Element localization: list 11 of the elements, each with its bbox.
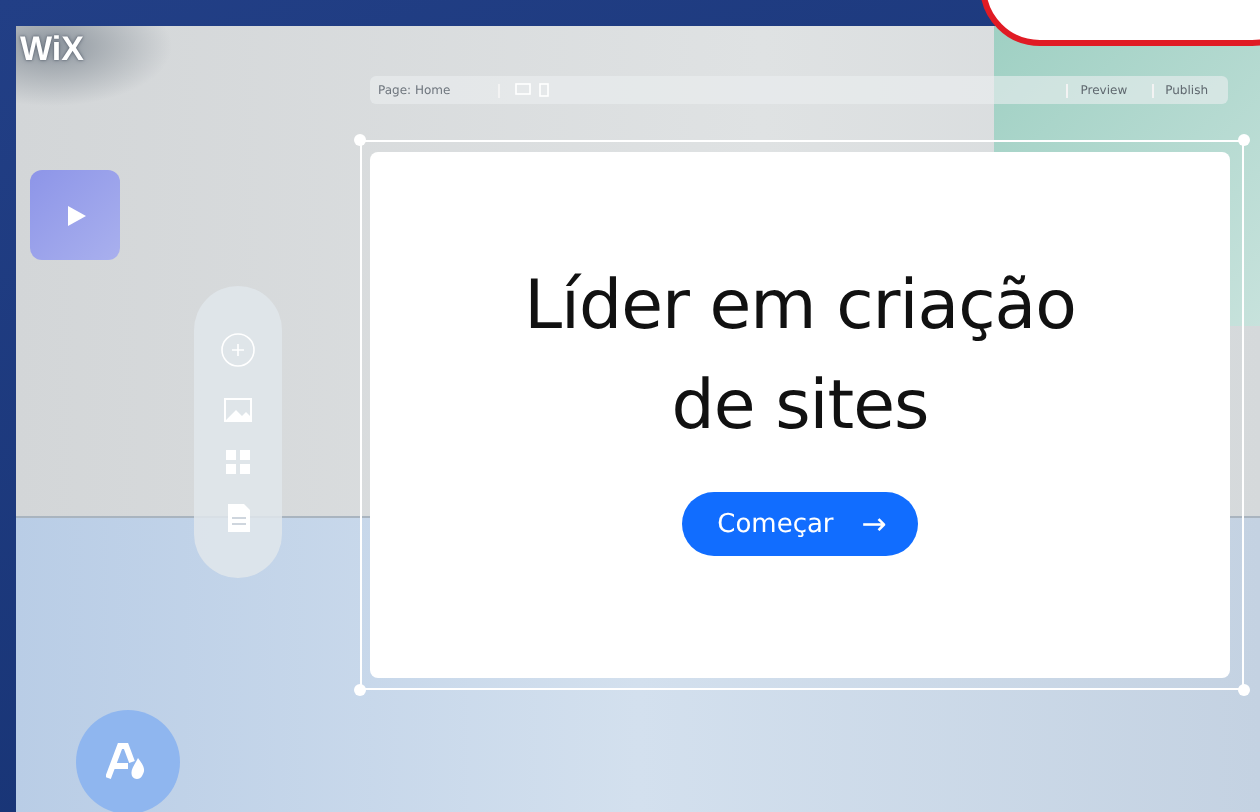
selection-frame[interactable]: Líder em criação de sites Começar →	[360, 140, 1244, 690]
logo: WiX	[20, 30, 84, 70]
document-icon[interactable]	[227, 504, 249, 533]
play-icon	[63, 203, 87, 227]
text-drop-icon	[106, 742, 150, 782]
grid-icon[interactable]	[226, 450, 250, 475]
video-tile[interactable]	[30, 170, 120, 260]
hero-title: Líder em criação de sites	[522, 264, 1078, 450]
image-icon[interactable]	[224, 397, 252, 422]
start-button[interactable]: Começar →	[681, 492, 919, 556]
add-icon[interactable]	[220, 331, 256, 368]
